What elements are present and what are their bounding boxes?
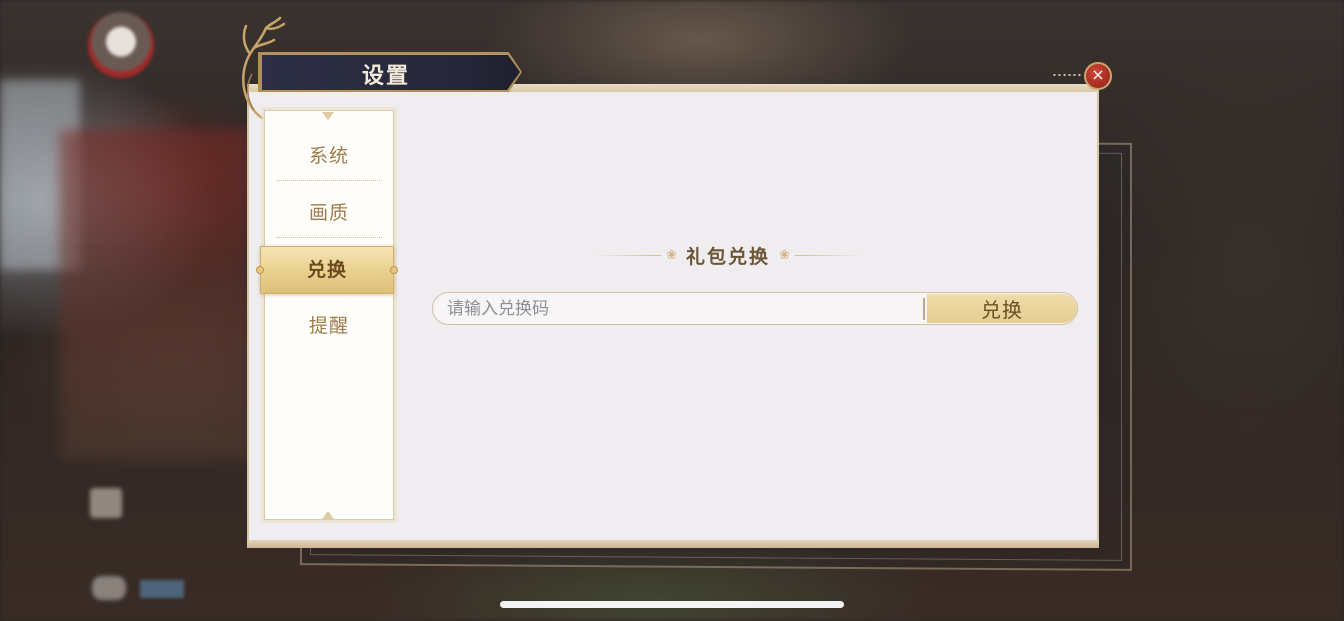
active-tab-ornament-left — [256, 266, 264, 274]
panel-bottom-border — [247, 540, 1099, 548]
redeem-code-row: 兑换 — [432, 292, 1078, 325]
tab-redeem[interactable]: 兑换 — [260, 246, 394, 294]
close-button[interactable]: × — [1084, 62, 1112, 90]
input-divider — [923, 298, 925, 320]
background-mail-icon — [90, 488, 122, 518]
close-dots-decoration — [1052, 74, 1082, 76]
heading-line-left — [591, 254, 662, 256]
home-indicator[interactable] — [500, 601, 844, 608]
deer-antler-icon — [242, 16, 286, 120]
tab-graphics[interactable]: 画质 — [276, 188, 382, 238]
page-title: 设置 — [362, 63, 411, 89]
section-title: 礼包兑换 — [685, 245, 770, 268]
sidebar-divider — [276, 237, 382, 238]
player-avatar — [88, 12, 154, 78]
active-tab-ornament-right — [390, 266, 398, 274]
background-chip — [140, 580, 184, 598]
flower-icon: ❀ — [779, 247, 790, 263]
redeem-button[interactable]: 兑换 — [927, 294, 1077, 323]
flower-icon: ❀ — [666, 247, 677, 263]
tab-system[interactable]: 系统 — [276, 131, 382, 181]
redeem-code-input[interactable] — [447, 293, 917, 324]
tab-reminder[interactable]: 提醒 — [276, 301, 382, 351]
sidebar-divider — [276, 180, 382, 181]
heading-line-right — [794, 254, 865, 256]
section-heading: ❀ 礼包兑换 ❀ — [580, 240, 876, 270]
background-chat-icon — [92, 576, 126, 600]
background-shelf — [60, 130, 250, 460]
